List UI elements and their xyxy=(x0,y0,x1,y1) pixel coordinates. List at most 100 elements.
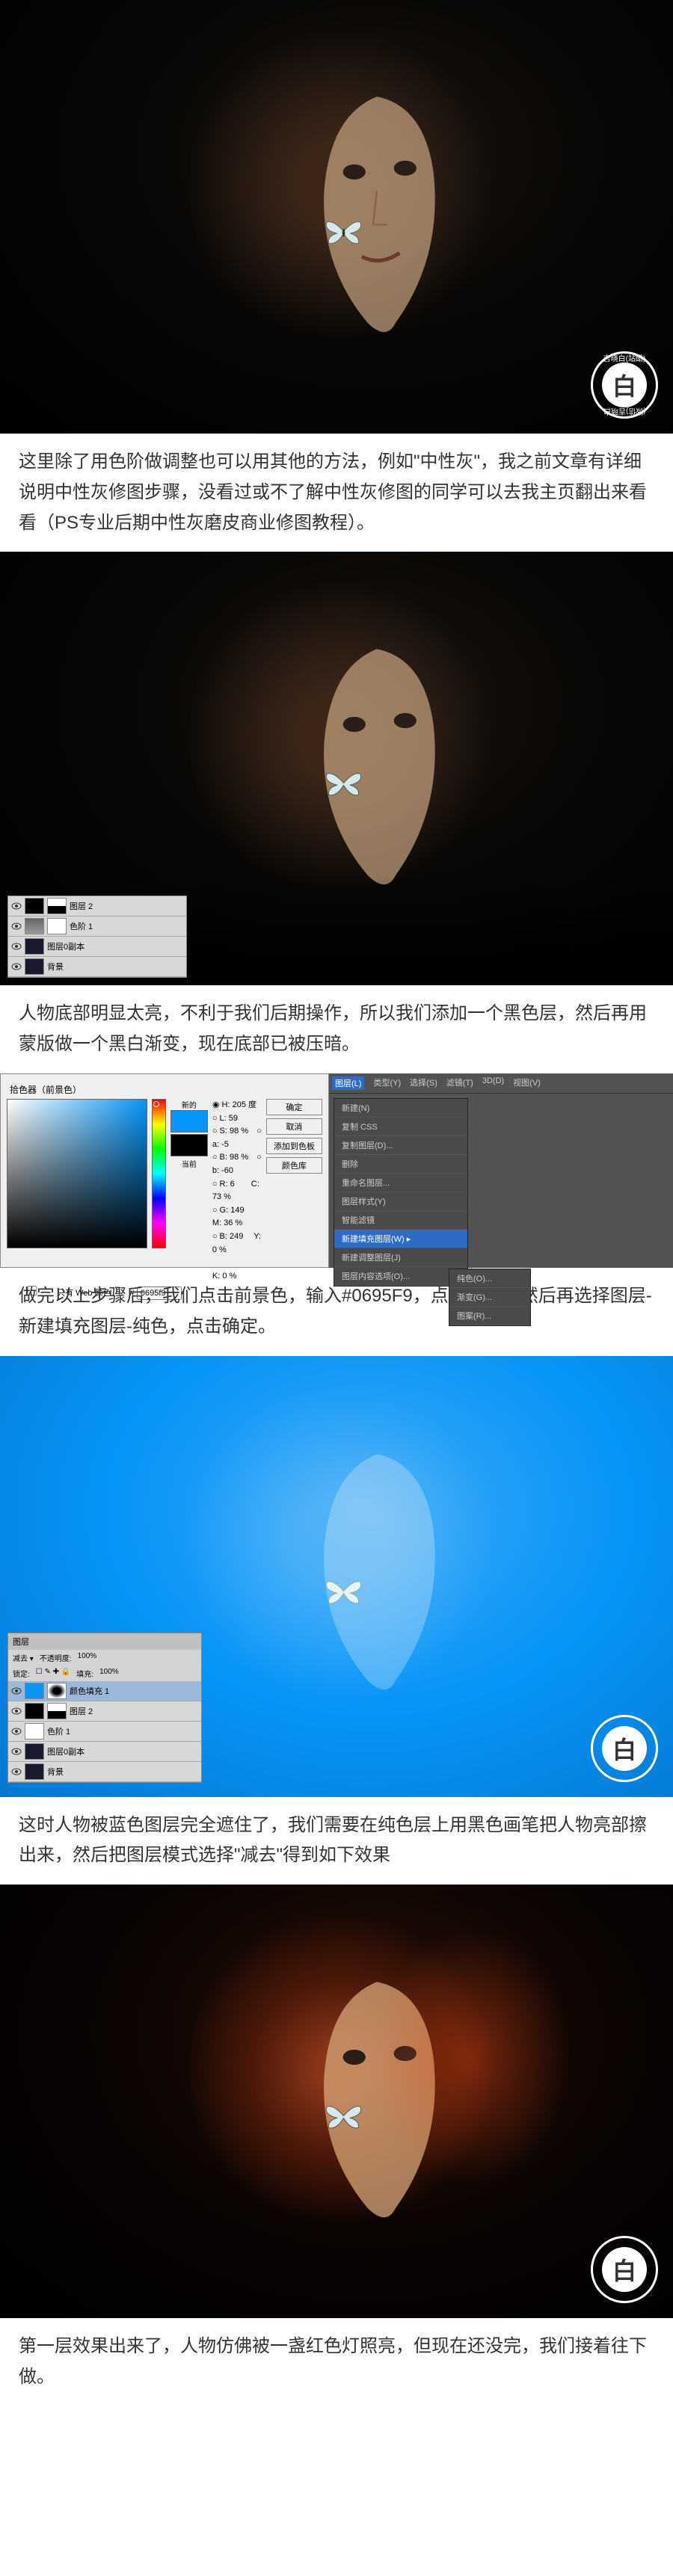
layer-row-selected[interactable]: 颜色填充 1 xyxy=(8,1681,201,1701)
tutorial-paragraph-1: 这里除了用色阶做调整也可以用其他的方法，例如"中性灰"，我之前文章有详细说明中性… xyxy=(0,434,673,552)
layer-mask-thumbnail xyxy=(47,918,67,934)
tutorial-image-5: 白 xyxy=(0,1885,673,2318)
visibility-eye-icon[interactable] xyxy=(11,921,22,931)
menu-panel: 图层(L) 类型(Y) 选择(S) 滤镜(T) 3D(D) 视图(V) 新建(N… xyxy=(329,1073,673,1268)
face-shape xyxy=(283,630,471,847)
layer-name: 色阶 1 xyxy=(47,1725,70,1737)
current-color-swatch xyxy=(170,1134,208,1156)
layer-row[interactable]: 背景 xyxy=(8,1762,201,1782)
layer-row[interactable]: 背景 xyxy=(8,957,186,977)
layer-name: 图层 2 xyxy=(70,900,93,912)
menu-new-fill[interactable]: 新建填充图层(W) ▸ xyxy=(334,1230,467,1248)
blend-mode-select[interactable]: 减去 ▾ xyxy=(13,1652,34,1663)
layer-row[interactable]: 色阶 1 xyxy=(8,916,186,937)
menu-smart-filter[interactable]: 智能滤镜 xyxy=(334,1211,467,1230)
opacity-label: 不透明度: xyxy=(40,1652,72,1663)
layer-row[interactable]: 图层 2 xyxy=(8,1701,201,1722)
color-picker-dialog[interactable]: 拾色器（前景色） 新的 当前 ◉ H: 205 度 ○ L: 59 ○ S: 9… xyxy=(0,1073,329,1268)
butterfly-icon xyxy=(323,1577,364,1606)
layer-name: 背景 xyxy=(47,961,64,973)
tutorial-image-4: 白 图层 减去 ▾ 不透明度: 100% 锁定: ☐ ✎ ✚ 🔒 填充: 100… xyxy=(0,1356,673,1797)
add-swatch-button[interactable]: 添加到色板 xyxy=(266,1138,322,1154)
watermark-top-text: 吉晓白(站酷) xyxy=(603,352,646,363)
layer-row[interactable]: 图层 2 xyxy=(8,896,186,916)
tutorial-paragraph-2: 人物底部明显太亮，不利于我们后期操作，所以我们添加一个黑色层，然后再用蒙版做一个… xyxy=(0,985,673,1073)
menu-type[interactable]: 类型(Y) xyxy=(373,1076,401,1090)
layer-name: 颜色填充 1 xyxy=(70,1685,109,1697)
face-shape xyxy=(283,78,471,295)
tutorial-paragraph-5: 第一层效果出来了，人物仿佛被一盏红色灯照亮，但现在还没完，我们接着往下做。 xyxy=(0,2318,673,2406)
fill-submenu[interactable]: 纯色(O)... 渐变(G)... 图案(R)... xyxy=(449,1269,531,1326)
color-preview: 新的 当前 xyxy=(170,1099,208,1283)
red-light-overlay xyxy=(370,1928,572,2188)
fill-value[interactable]: 100% xyxy=(99,1668,119,1679)
fill-label: 填充: xyxy=(76,1668,93,1679)
menu-layer[interactable]: 图层(L) xyxy=(332,1076,364,1090)
visibility-eye-icon[interactable] xyxy=(11,1686,22,1696)
layer-thumbnail xyxy=(25,1743,44,1760)
layer-row[interactable]: 图层0副本 xyxy=(8,1742,201,1762)
ok-button[interactable]: 确定 xyxy=(266,1099,322,1115)
layer-mask-thumbnail xyxy=(47,1703,67,1719)
menu-copy-css[interactable]: 复制 CSS xyxy=(334,1118,467,1136)
color-values: ◉ H: 205 度 ○ L: 59 ○ S: 98 % ○ a: -5 ○ B… xyxy=(212,1099,262,1283)
layer-menu-dropdown[interactable]: 新建(N) 复制 CSS 复制图层(D)... 删除 重命名图层... 图层样式… xyxy=(334,1098,468,1287)
watermark-char: 白 xyxy=(602,363,647,407)
menu-3d[interactable]: 3D(D) xyxy=(482,1076,504,1090)
color-library-button[interactable]: 颜色库 xyxy=(266,1157,322,1174)
color-gradient-field[interactable] xyxy=(7,1099,147,1248)
visibility-eye-icon[interactable] xyxy=(11,1766,22,1777)
submenu-gradient[interactable]: 渐变(G)... xyxy=(449,1288,530,1307)
visibility-eye-icon[interactable] xyxy=(11,1726,22,1737)
watermark-badge: 白 xyxy=(591,2236,658,2303)
layer-name: 背景 xyxy=(47,1766,64,1778)
layer-thumbnail xyxy=(25,918,44,934)
color-cursor-icon xyxy=(153,1101,159,1107)
menu-copy-layer[interactable]: 复制图层(D)... xyxy=(334,1136,467,1155)
layer-name: 图层0副本 xyxy=(47,1745,84,1757)
tutorial-paragraph-3: 做完以上步骤后，我们点击前景色，输入#0695F9，点击确定。然后再选择图层-新… xyxy=(0,1268,673,1356)
submenu-solid[interactable]: 纯色(O)... xyxy=(449,1269,530,1288)
tutorial-image-1: 吉晓白(站酷) 白 (微信)吉晓白 xyxy=(0,0,673,434)
menu-new[interactable]: 新建(N) xyxy=(334,1099,467,1118)
menu-delete[interactable]: 删除 xyxy=(334,1155,467,1174)
butterfly-icon xyxy=(323,217,364,247)
layer-row[interactable]: 图层0副本 xyxy=(8,937,186,957)
layers-panel-2[interactable]: 图层 减去 ▾ 不透明度: 100% 锁定: ☐ ✎ ✚ 🔒 填充: 100% … xyxy=(7,1633,202,1783)
layer-name: 图层0副本 xyxy=(47,940,84,952)
watermark-char: 白 xyxy=(602,1726,647,1771)
layers-panel[interactable]: 图层 2 色阶 1 图层0副本 背景 xyxy=(7,896,187,978)
hue-slider[interactable] xyxy=(152,1099,166,1248)
new-color-label: 新的 xyxy=(170,1099,208,1110)
visibility-eye-icon[interactable] xyxy=(11,1706,22,1716)
layer-mask-thumbnail xyxy=(47,898,67,914)
menu-select[interactable]: 选择(S) xyxy=(410,1076,437,1090)
color-picker-menu-section: 拾色器（前景色） 新的 当前 ◉ H: 205 度 ○ L: 59 ○ S: 9… xyxy=(0,1073,673,1268)
butterfly-icon xyxy=(323,768,364,798)
menu-bar[interactable]: 图层(L) 类型(Y) 选择(S) 滤镜(T) 3D(D) 视图(V) xyxy=(329,1073,673,1094)
layers-panel-tab[interactable]: 图层 xyxy=(8,1633,201,1650)
current-color-label: 当前 xyxy=(170,1158,208,1169)
watermark-badge: 白 xyxy=(591,1715,658,1782)
menu-filter[interactable]: 滤镜(T) xyxy=(446,1076,473,1090)
layer-mask-thumbnail xyxy=(47,1683,67,1699)
layer-name: 色阶 1 xyxy=(70,920,93,932)
layer-name: 图层 2 xyxy=(70,1705,93,1717)
cancel-button[interactable]: 取消 xyxy=(266,1118,322,1135)
visibility-eye-icon[interactable] xyxy=(11,941,22,952)
menu-layer-style[interactable]: 图层样式(Y) xyxy=(334,1192,467,1211)
tutorial-image-2: 图层 2 色阶 1 图层0副本 背景 xyxy=(0,552,673,985)
menu-new-adjust[interactable]: 新建调整图层(J) xyxy=(334,1248,467,1267)
submenu-pattern[interactable]: 图案(R)... xyxy=(449,1307,530,1325)
menu-rename[interactable]: 重命名图层... xyxy=(334,1174,467,1192)
menu-view[interactable]: 视图(V) xyxy=(513,1076,541,1090)
visibility-eye-icon[interactable] xyxy=(11,1746,22,1757)
opacity-value[interactable]: 100% xyxy=(78,1652,97,1663)
layer-thumbnail xyxy=(25,1723,44,1740)
layer-thumbnail xyxy=(25,898,44,914)
layer-thumbnail xyxy=(25,1763,44,1780)
visibility-eye-icon[interactable] xyxy=(11,961,22,972)
layer-thumbnail xyxy=(25,1683,44,1699)
layer-row[interactable]: 色阶 1 xyxy=(8,1722,201,1742)
visibility-eye-icon[interactable] xyxy=(11,901,22,911)
